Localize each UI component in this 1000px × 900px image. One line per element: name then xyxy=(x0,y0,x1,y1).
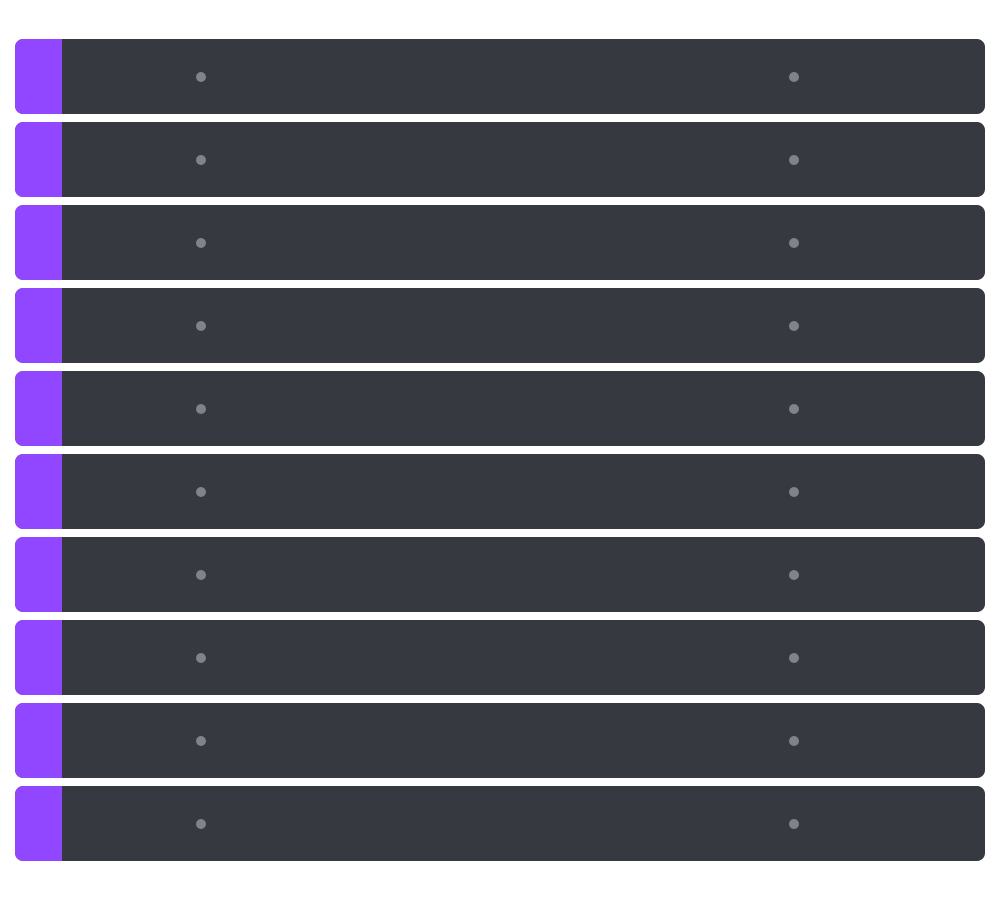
placeholder-dot-icon xyxy=(789,237,799,248)
placeholder-dot-icon xyxy=(196,71,206,82)
row-accent-bar xyxy=(15,454,62,529)
placeholder-dot-icon xyxy=(196,652,206,663)
row-accent-bar xyxy=(15,371,62,446)
row-accent-bar xyxy=(15,288,62,363)
row-accent-bar xyxy=(15,39,62,114)
placeholder-dot-icon xyxy=(789,486,799,497)
skeleton-row xyxy=(15,39,985,114)
skeleton-row xyxy=(15,703,985,778)
placeholder-dot-icon xyxy=(196,320,206,331)
row-accent-bar xyxy=(15,205,62,280)
placeholder-dot-icon xyxy=(789,735,799,746)
placeholder-dot-icon xyxy=(196,154,206,165)
skeleton-row xyxy=(15,620,985,695)
placeholder-dot-icon xyxy=(196,569,206,580)
placeholder-dot-icon xyxy=(196,486,206,497)
placeholder-dot-icon xyxy=(789,71,799,82)
placeholder-dot-icon xyxy=(789,320,799,331)
row-accent-bar xyxy=(15,122,62,197)
placeholder-dot-icon xyxy=(789,652,799,663)
placeholder-dot-icon xyxy=(196,237,206,248)
row-accent-bar xyxy=(15,703,62,778)
placeholder-dot-icon xyxy=(789,154,799,165)
skeleton-row xyxy=(15,288,985,363)
row-accent-bar xyxy=(15,537,62,612)
skeleton-list xyxy=(15,39,985,869)
skeleton-row xyxy=(15,537,985,612)
skeleton-row xyxy=(15,371,985,446)
placeholder-dot-icon xyxy=(196,403,206,414)
skeleton-row xyxy=(15,205,985,280)
row-accent-bar xyxy=(15,620,62,695)
skeleton-row xyxy=(15,122,985,197)
skeleton-row xyxy=(15,786,985,861)
placeholder-dot-icon xyxy=(789,403,799,414)
placeholder-dot-icon xyxy=(196,735,206,746)
row-accent-bar xyxy=(15,786,62,861)
skeleton-row xyxy=(15,454,985,529)
placeholder-dot-icon xyxy=(789,569,799,580)
placeholder-dot-icon xyxy=(789,818,799,829)
placeholder-dot-icon xyxy=(196,818,206,829)
